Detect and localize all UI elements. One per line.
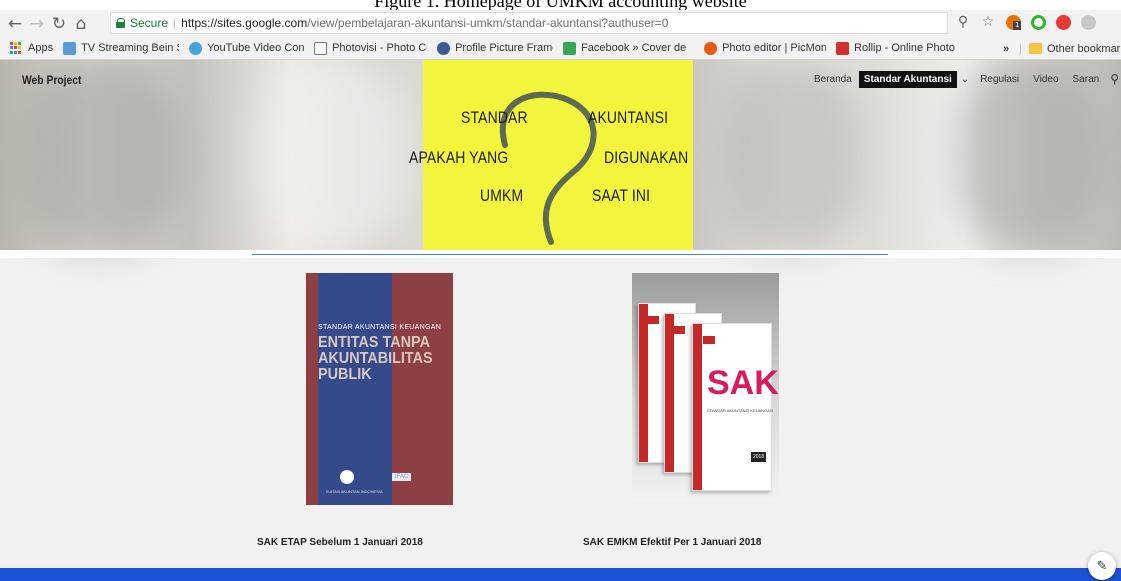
chevron-down-icon[interactable]: ⌄ xyxy=(961,74,969,85)
book1-publisher: IKATAN AKUNTAN INDONESIA xyxy=(326,489,383,494)
book1-partner: IFAC xyxy=(392,473,412,481)
nav-item-beranda[interactable]: Beranda xyxy=(807,74,859,85)
divider-line xyxy=(252,254,888,255)
frame-icon xyxy=(437,41,451,55)
bookmark-label: Apps xyxy=(28,42,54,54)
sak-etap-book-image[interactable]: STANDAR AKUNTANSI KEUANGAN ENTITAS TANPA… xyxy=(306,273,453,505)
picmonkey-icon xyxy=(704,41,718,55)
home-icon[interactable]: ⌂ xyxy=(70,13,92,35)
security-label: Secure xyxy=(130,16,169,30)
site-title[interactable]: Web Project xyxy=(22,73,81,87)
address-separator: | xyxy=(173,16,177,30)
bookmark-photovisi[interactable]: Photovisi - Photo Col xyxy=(314,41,428,55)
bookmark-youtube-converter[interactable]: YouTube Video Conv xyxy=(189,41,305,55)
search-icon[interactable]: ⚲ xyxy=(1110,72,1119,86)
caption-sak-etap: SAK ETAP Sebelum 1 Januari 2018 xyxy=(257,537,423,548)
page-icon xyxy=(63,41,77,55)
hero-blur-shape xyxy=(260,60,410,250)
nav-item-standar-akuntansi[interactable]: Standar Akuntansi xyxy=(858,70,957,88)
caption-sak-emkm: SAK EMKM Efektif Per 1 Januari 2018 xyxy=(583,537,762,548)
book1-subtitle: STANDAR AKUNTANSI KEUANGAN xyxy=(318,324,442,331)
address-bar[interactable]: Secure | https://sites.google.com/view/p… xyxy=(110,12,948,34)
url-path: /view/pembelajaran-akuntansi-umkm/standa… xyxy=(307,16,669,30)
bookmark-label: Photovisi - Photo Col xyxy=(332,42,428,54)
gray-extension-icon[interactable] xyxy=(1080,14,1096,30)
book-tag-icon xyxy=(703,336,715,344)
book2-subtitle: STANDAR AKUNTANSI KEUANGAN xyxy=(707,408,773,413)
cover-icon xyxy=(563,41,577,55)
book-tag-icon xyxy=(673,326,685,334)
bookmark-label: Facebook » Cover de xyxy=(581,42,687,54)
folder-icon xyxy=(1028,43,1042,54)
lock-icon xyxy=(116,18,126,28)
nav-item-regulasi[interactable]: Regulasi xyxy=(973,74,1026,85)
edit-pencil-icon[interactable]: ✎ xyxy=(1088,552,1116,580)
bookmark-label: Photo editor | PicMon xyxy=(722,42,827,54)
footer-bar xyxy=(0,568,1121,581)
bookmark-label: YouTube Video Conv xyxy=(207,42,305,54)
hero-line3-right: SAAT INI xyxy=(592,186,651,205)
figure-caption-text: Figure 1. Homepage of UMKM accounting we… xyxy=(374,0,747,10)
browser-toolbar: ← → ↻ ⌂ Secure | https://sites.google.co… xyxy=(0,10,1121,37)
book2-year: 2018 xyxy=(751,452,767,462)
book-tag-icon xyxy=(647,316,659,324)
forward-icon[interactable]: → xyxy=(26,13,48,35)
book1-title-line3: PUBLIK xyxy=(318,366,372,383)
book-red-spine xyxy=(693,324,702,490)
zoom-icon[interactable]: ⚲ xyxy=(955,14,971,30)
page-content: STANDAR AKUNTANSI APAKAH YANG DIGUNAKAN … xyxy=(0,60,1121,581)
doc-icon xyxy=(314,41,328,55)
toolbar-right-icons: ⚲ ☆ 1 xyxy=(955,14,1096,30)
book-spine-band xyxy=(318,273,392,505)
figure-caption: Figure 1. Homepage of UMKM accounting we… xyxy=(0,0,1121,10)
sak-emkm-book-image[interactable]: SAK STANDAR AKUNTANSI KEUANGAN 2018 xyxy=(632,273,779,501)
book-red-spine xyxy=(665,314,674,472)
hero-line1-left: STANDAR xyxy=(461,108,528,127)
bookmark-tv-streaming[interactable]: TV Streaming Bein Sp xyxy=(63,41,180,55)
hero-line2-left: APAKAH YANG xyxy=(409,148,509,167)
bookmarks-divider: | xyxy=(1019,42,1022,55)
book2-brand: SAK xyxy=(707,364,779,402)
hero-line1-right: AKUNTANSI xyxy=(588,108,669,127)
apps-grid-icon xyxy=(10,41,23,55)
book1-title-line1: ENTITAS TANPA xyxy=(318,334,430,351)
bookmark-facebook-cover[interactable]: Facebook » Cover de xyxy=(563,41,694,55)
adblock-icon[interactable] xyxy=(1055,14,1071,30)
star-icon[interactable]: ☆ xyxy=(980,14,996,30)
bookmarks-bar: Apps TV Streaming Bein Sp YouTube Video … xyxy=(0,37,1121,60)
hero-blur-shape xyxy=(720,60,860,250)
site-nav: Beranda Standar Akuntansi ⌄ Regulasi Vid… xyxy=(807,70,1121,88)
green-extension-icon[interactable] xyxy=(1030,14,1046,30)
bookmark-rollip[interactable]: Rollip - Online Photo xyxy=(836,41,966,55)
nav-item-saran[interactable]: Saran xyxy=(1066,74,1107,85)
back-icon[interactable]: ← xyxy=(4,13,26,35)
bookmark-label: Rollip - Online Photo xyxy=(854,42,955,54)
iai-logo-icon xyxy=(340,470,354,484)
extension-badge: 1 xyxy=(1013,21,1022,30)
hero-blur-shape xyxy=(960,60,1100,250)
nav-item-video[interactable]: Video xyxy=(1026,74,1065,85)
bookmarks-right: » | Other bookmarks xyxy=(1003,37,1121,59)
convert-icon xyxy=(189,41,203,55)
rollip-icon xyxy=(836,41,850,55)
hero-line3-left: UMKM xyxy=(480,186,524,205)
extension-icon[interactable]: 1 xyxy=(1005,14,1022,30)
hero-blur-shape xyxy=(20,60,180,250)
book-copy-front: SAK STANDAR AKUNTANSI KEUANGAN 2018 xyxy=(692,323,779,491)
bookmark-picmonkey[interactable]: Photo editor | PicMon xyxy=(704,41,827,55)
book-red-spine xyxy=(639,304,648,462)
book1-title-line2: AKUNTABILITAS xyxy=(318,350,433,367)
bookmark-label: Profile Picture Frame xyxy=(455,42,554,54)
bookmarks-overflow-icon[interactable]: » xyxy=(1003,43,1009,55)
url-host: https://sites.google.com xyxy=(181,16,308,30)
hero-line2-right: DIGUNAKAN xyxy=(604,148,689,167)
bookmark-label: TV Streaming Bein Sp xyxy=(81,42,180,54)
bookmark-apps[interactable]: Apps xyxy=(10,41,54,55)
hero-banner: STANDAR AKUNTANSI APAKAH YANG DIGUNAKAN … xyxy=(0,60,1121,250)
bookmark-profile-picture-frame[interactable]: Profile Picture Frame xyxy=(437,41,554,55)
reload-icon[interactable]: ↻ xyxy=(48,13,70,35)
other-bookmarks-label[interactable]: Other bookmarks xyxy=(1047,43,1121,55)
